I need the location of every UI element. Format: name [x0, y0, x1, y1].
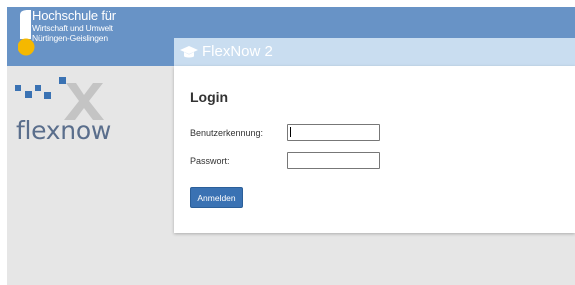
- username-field[interactable]: [287, 124, 380, 141]
- university-name-line3: Nürtingen-Geislingen: [32, 32, 108, 43]
- graduation-cap-icon: [180, 46, 198, 58]
- page-background: Hochschule für Wirtschaft und Umwelt Nür…: [7, 7, 575, 285]
- university-name: Hochschule für Wirtschaft und Umwelt Nür…: [32, 9, 116, 42]
- login-panel: Login Benutzerkennung: Passwort: Anmelde…: [174, 66, 575, 233]
- username-label: Benutzerkennung:: [190, 128, 264, 138]
- university-name-line2: Wirtschaft und Umwelt: [32, 23, 113, 33]
- password-field[interactable]: [287, 152, 380, 169]
- panel-header: FlexNow 2: [174, 38, 575, 66]
- university-name-line1: Hochschule für: [32, 8, 116, 23]
- login-title: Login: [190, 89, 229, 105]
- username-field-wrapper: [287, 124, 380, 141]
- login-button[interactable]: Anmelden: [190, 187, 243, 208]
- password-label: Passwort:: [190, 156, 230, 166]
- text-cursor: [290, 127, 291, 137]
- flexnow-wordmark: flexnow: [16, 116, 111, 145]
- panel-header-title: FlexNow 2: [202, 43, 273, 60]
